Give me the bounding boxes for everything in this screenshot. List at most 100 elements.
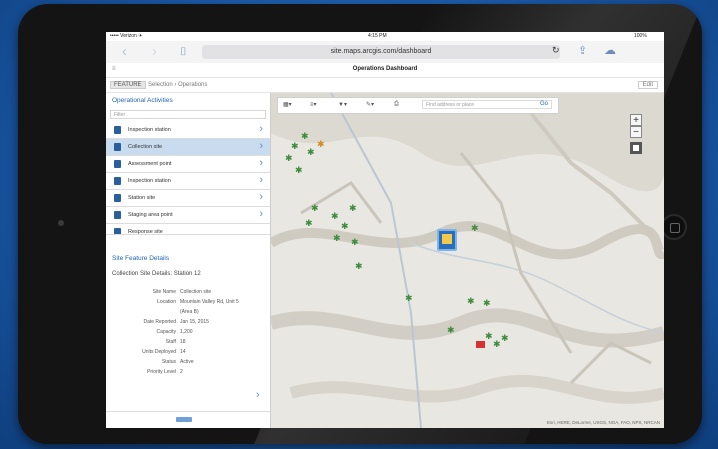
camera-icon [58, 220, 64, 226]
detail-key: Status [161, 359, 176, 365]
feature-tag[interactable]: FEATURE [110, 81, 146, 89]
detail-value: 18 [180, 339, 186, 345]
sidebar: Operational Activities Filter Inspection… [106, 93, 271, 428]
site-marker-icon[interactable]: ✱ [333, 233, 341, 244]
forward-icon[interactable]: › [152, 43, 157, 60]
chevron-right-icon: › [259, 174, 263, 186]
terrain-layer [271, 93, 664, 428]
app-titlebar: ≡ Operations Dashboard [106, 63, 664, 78]
site-marker-icon[interactable]: ✱ [291, 141, 299, 152]
map-toolbar: ▦▾ ≡▾ ▼▾ ✎▾ ⎙ Find address or place Go [277, 97, 559, 114]
feature-icon [114, 160, 121, 168]
detail-key: Site Name [152, 289, 176, 295]
detail-row: Capacity 1,200 [112, 329, 262, 339]
print-icon[interactable]: ⎙ [394, 101, 399, 108]
detail-row: Location Mountain Valley Rd, Unit 5 [112, 299, 262, 309]
reload-icon[interactable]: ↻ [552, 45, 560, 56]
drag-handle[interactable] [176, 417, 192, 422]
share-icon[interactable]: ⇪ [578, 44, 587, 57]
detail-key: Units Deployed [142, 349, 176, 355]
detail-key: Staff [165, 339, 176, 345]
site-marker-icon[interactable]: ✱ [447, 325, 455, 336]
bookmarks-icon[interactable]: ⌷ [180, 46, 187, 59]
map-view[interactable]: ▦▾ ≡▾ ▼▾ ✎▾ ⎙ Find address or place Go +… [271, 93, 664, 428]
site-marker-icon[interactable]: ✱ [317, 139, 325, 150]
home-button[interactable] [661, 214, 687, 240]
site-marker-icon[interactable]: ✱ [341, 221, 349, 232]
site-marker-icon[interactable]: ✱ [471, 223, 479, 234]
list-item-label: Assessment point [128, 161, 172, 167]
feature-icon [114, 143, 121, 151]
measure-icon[interactable]: ✎▾ [366, 101, 374, 108]
detail-row: Site Name Collection site [112, 289, 262, 299]
site-marker-icon[interactable]: ✱ [331, 211, 339, 222]
detail-subheading: Collection Site Details: Station 12 [112, 271, 201, 277]
detail-row: Staff 18 [112, 339, 262, 349]
find-address-input[interactable]: Find address or place [422, 100, 552, 109]
zoom-out-button[interactable]: − [630, 126, 642, 138]
filter-icon[interactable]: ▼▾ [338, 101, 347, 108]
layers-icon[interactable]: ≡▾ [310, 101, 317, 108]
go-button[interactable]: Go [540, 101, 548, 107]
chevron-right-icon[interactable]: › [256, 389, 260, 401]
list-item[interactable]: Response site [106, 224, 270, 235]
zoom-in-button[interactable]: + [630, 114, 642, 126]
alert-marker-icon[interactable] [476, 341, 485, 348]
site-marker-icon[interactable]: ✱ [349, 203, 357, 214]
site-marker-icon[interactable]: ✱ [405, 293, 413, 304]
detail-value: 1,200 [180, 329, 193, 335]
list-item[interactable]: Inspection station › [106, 122, 270, 139]
battery-label: 100% [634, 33, 647, 39]
sidebar-heading: Operational Activities [112, 97, 173, 104]
sidebar-footer [106, 411, 270, 428]
site-marker-icon[interactable]: ✱ [301, 131, 309, 142]
list-item-label: Inspection station [128, 178, 171, 184]
site-marker-icon[interactable]: ✱ [305, 218, 313, 229]
site-marker-icon[interactable]: ✱ [493, 339, 501, 350]
list-item-label: Collection site [128, 144, 163, 150]
site-marker-icon[interactable]: ✱ [295, 165, 303, 176]
tablet-device: ••••• Verizon ✈ 4:15 PM 100% ‹ › ⌷ site.… [18, 4, 702, 444]
basemap-icon[interactable]: ▦▾ [283, 101, 292, 108]
site-marker-icon[interactable]: ✱ [285, 153, 293, 164]
sidebar-search-input[interactable]: Filter [110, 110, 266, 119]
screen: ••••• Verizon ✈ 4:15 PM 100% ‹ › ⌷ site.… [106, 32, 664, 428]
list-item[interactable]: Collection site › [106, 139, 270, 156]
detail-key: Date Reported [143, 319, 176, 325]
page-title: Operations Dashboard [352, 66, 418, 72]
detail-row: (Area B) [112, 309, 262, 319]
site-marker-icon[interactable]: ✱ [311, 203, 319, 214]
home-extent-button[interactable] [630, 142, 642, 154]
activity-list: Inspection station › Collection site › A… [106, 122, 270, 235]
site-marker-icon[interactable]: ✱ [355, 261, 363, 272]
list-item[interactable]: Inspection station › [106, 173, 270, 190]
detail-value: Collection site [180, 289, 212, 295]
site-marker-icon[interactable]: ✱ [467, 296, 475, 307]
list-item[interactable]: Station site › [106, 190, 270, 207]
detail-value: Active [180, 359, 194, 365]
list-item[interactable]: Assessment point › [106, 156, 270, 173]
back-icon[interactable]: ‹ [122, 43, 127, 60]
list-item[interactable]: Staging area point › [106, 207, 270, 224]
list-item-label: Staging area point [128, 212, 173, 218]
breadcrumb: Selection › Operations [148, 82, 208, 88]
site-marker-icon[interactable]: ✱ [485, 331, 493, 342]
selected-site-marker-icon[interactable] [437, 229, 457, 251]
detail-value: (Area B) [180, 309, 199, 315]
site-marker-icon[interactable]: ✱ [307, 147, 315, 158]
cloud-icon[interactable]: ☁ [604, 43, 616, 57]
chevron-right-icon: › [259, 191, 263, 203]
feature-icon [114, 177, 121, 185]
site-marker-icon[interactable]: ✱ [483, 298, 491, 309]
detail-key: Capacity [156, 329, 176, 335]
url-field[interactable]: site.maps.arcgis.com/dashboard [202, 45, 560, 59]
chevron-right-icon: › [259, 123, 263, 135]
map-attribution: Esri, HERE, DeLorme, USGS, NGA, FAO, NPS… [546, 420, 660, 425]
detail-value: Jan 15, 2015 [180, 319, 209, 325]
detail-row: Date Reported Jan 15, 2015 [112, 319, 262, 329]
site-marker-icon[interactable]: ✱ [501, 333, 509, 344]
site-marker-icon[interactable]: ✱ [351, 237, 359, 248]
detail-value: 2 [180, 369, 183, 375]
detail-row: Priority Level 2 [112, 369, 262, 379]
edit-button[interactable]: Edit [637, 81, 658, 89]
